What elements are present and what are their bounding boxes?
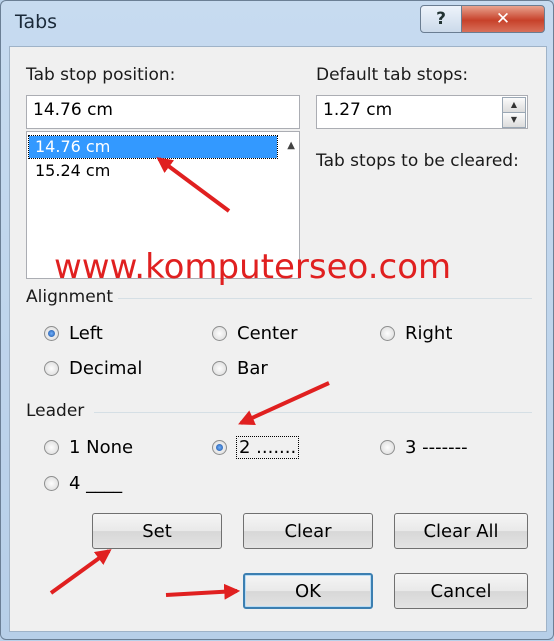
tab-stop-list-item[interactable]: 15.24 cm bbox=[29, 160, 277, 182]
radio-label: 4 ____ bbox=[69, 473, 123, 494]
radio-checked-icon bbox=[212, 440, 227, 455]
scroll-up-icon[interactable]: ▲ bbox=[287, 140, 295, 151]
alignment-label: Alignment bbox=[26, 287, 114, 307]
radio-icon bbox=[212, 326, 227, 341]
leader-label: Leader bbox=[26, 401, 85, 421]
spin-up-icon[interactable]: ▲ bbox=[502, 97, 526, 113]
set-button[interactable]: Set bbox=[92, 513, 222, 549]
align-bar-radio[interactable]: Bar bbox=[212, 358, 268, 379]
radio-label: Right bbox=[405, 323, 453, 344]
tab-stop-position-input[interactable]: 14.76 cm bbox=[26, 95, 300, 129]
radio-label: 2 ....... bbox=[235, 436, 300, 459]
leader-dashes-radio[interactable]: 3 ------- bbox=[380, 437, 468, 458]
radio-label: 3 ------- bbox=[405, 437, 468, 458]
spin-down-icon[interactable]: ▼ bbox=[502, 112, 526, 128]
radio-label: 1 None bbox=[69, 437, 134, 458]
radio-label: Left bbox=[69, 323, 103, 344]
radio-checked-icon bbox=[44, 326, 59, 341]
tab-stop-list-item[interactable]: 14.76 cm bbox=[28, 135, 278, 159]
cancel-button[interactable]: Cancel bbox=[394, 573, 528, 609]
leader-none-radio[interactable]: 1 None bbox=[44, 437, 133, 458]
leader-dots-radio[interactable]: 2 ....... bbox=[212, 436, 300, 459]
ok-button[interactable]: OK bbox=[243, 573, 373, 609]
tabs-dialog: Tabs ? ✕ Tab stop position: 14.76 cm 14.… bbox=[0, 0, 554, 640]
align-right-radio[interactable]: Right bbox=[380, 323, 452, 344]
help-button[interactable]: ? bbox=[420, 5, 462, 33]
watermark-text: www.komputerseo.com bbox=[54, 247, 452, 287]
radio-label: Center bbox=[237, 323, 298, 344]
radio-icon bbox=[380, 326, 395, 341]
tab-stops-to-be-cleared-label: Tab stops to be cleared: bbox=[316, 151, 519, 171]
radio-icon bbox=[44, 440, 59, 455]
radio-icon bbox=[380, 440, 395, 455]
radio-icon bbox=[44, 476, 59, 491]
default-tab-stops-label: Default tab stops: bbox=[316, 65, 469, 85]
align-left-radio[interactable]: Left bbox=[44, 323, 103, 344]
dialog-title: Tabs bbox=[15, 11, 58, 33]
radio-label: Decimal bbox=[69, 358, 143, 379]
default-tab-stops-input[interactable]: 1.27 cm bbox=[316, 95, 528, 129]
radio-icon bbox=[212, 361, 227, 376]
align-decimal-radio[interactable]: Decimal bbox=[44, 358, 142, 379]
default-tab-stops-spinner: 1.27 cm ▲ ▼ bbox=[308, 95, 528, 129]
tab-stop-position-label: Tab stop position: bbox=[26, 65, 176, 85]
leader-underline-radio[interactable]: 4 ____ bbox=[44, 473, 122, 494]
dialog-body: Tab stop position: 14.76 cm 14.76 cm 15.… bbox=[9, 46, 547, 632]
alignment-divider bbox=[118, 298, 532, 299]
leader-divider bbox=[94, 412, 532, 413]
clear-button[interactable]: Clear bbox=[243, 513, 373, 549]
close-button[interactable]: ✕ bbox=[461, 5, 545, 33]
clear-all-button[interactable]: Clear All bbox=[394, 513, 528, 549]
radio-label: Bar bbox=[237, 358, 268, 379]
align-center-radio[interactable]: Center bbox=[212, 323, 298, 344]
radio-icon bbox=[44, 361, 59, 376]
